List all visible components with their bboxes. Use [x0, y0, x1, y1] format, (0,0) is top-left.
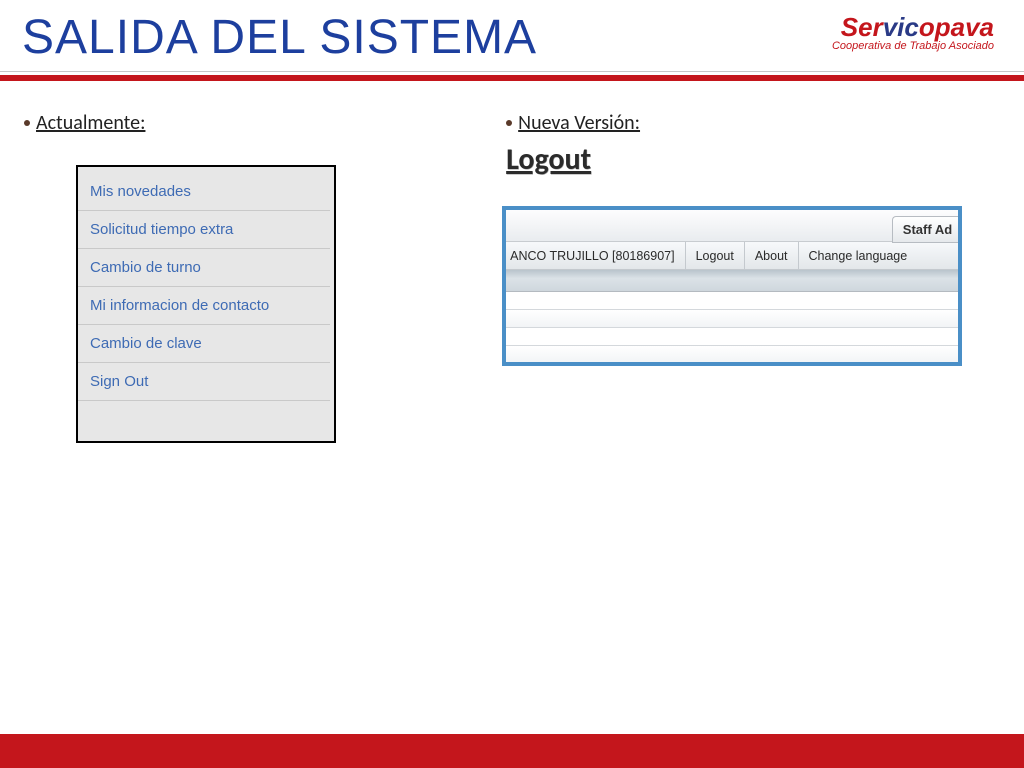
divider-thin [0, 71, 1024, 72]
menu-change-language[interactable]: Change language [799, 242, 914, 270]
menu-logout[interactable]: Logout [686, 242, 745, 270]
old-menu-item-mis-novedades[interactable]: Mis novedades [78, 173, 330, 211]
content-row [506, 310, 958, 328]
content-row [506, 328, 958, 346]
footer-bar [0, 734, 1024, 768]
menu-about[interactable]: About [745, 242, 799, 270]
brand-logo: Servicopava Cooperativa de Trabajo Asoci… [832, 10, 994, 52]
staff-admin-tab[interactable]: Staff Ad [892, 216, 958, 243]
toolbar-band [506, 270, 958, 292]
right-section-label: Nueva Versión: [506, 111, 1004, 135]
user-info: ANCO TRUJILLO [80186907] [508, 242, 685, 270]
bullet-icon [24, 120, 30, 126]
old-menu-item-sign-out[interactable]: Sign Out [78, 363, 330, 401]
logout-heading: Logout [506, 141, 1004, 178]
old-menu-item-cambio-turno[interactable]: Cambio de turno [78, 249, 330, 287]
content-rows [506, 292, 958, 364]
right-section-text: Nueva Versión: [518, 111, 640, 135]
old-menu-item-solicitud-extra[interactable]: Solicitud tiempo extra [78, 211, 330, 249]
content-row [506, 292, 958, 310]
old-menu-item-cambio-clave[interactable]: Cambio de clave [78, 325, 330, 363]
bullet-icon [506, 120, 512, 126]
new-version-panel: Staff Ad ANCO TRUJILLO [80186907] Logout… [502, 206, 962, 366]
divider-thick [0, 75, 1024, 81]
old-menu-panel: Mis novedades Solicitud tiempo extra Cam… [76, 165, 336, 443]
left-section-text: Actualmente: [36, 111, 145, 135]
content-row [506, 346, 958, 364]
slide-title: SALIDA DEL SISTEMA [22, 10, 537, 65]
top-menubar: ANCO TRUJILLO [80186907] Logout About Ch… [506, 242, 958, 270]
old-menu-item-info-contacto[interactable]: Mi informacion de contacto [78, 287, 330, 325]
left-section-label: Actualmente: [24, 111, 502, 135]
